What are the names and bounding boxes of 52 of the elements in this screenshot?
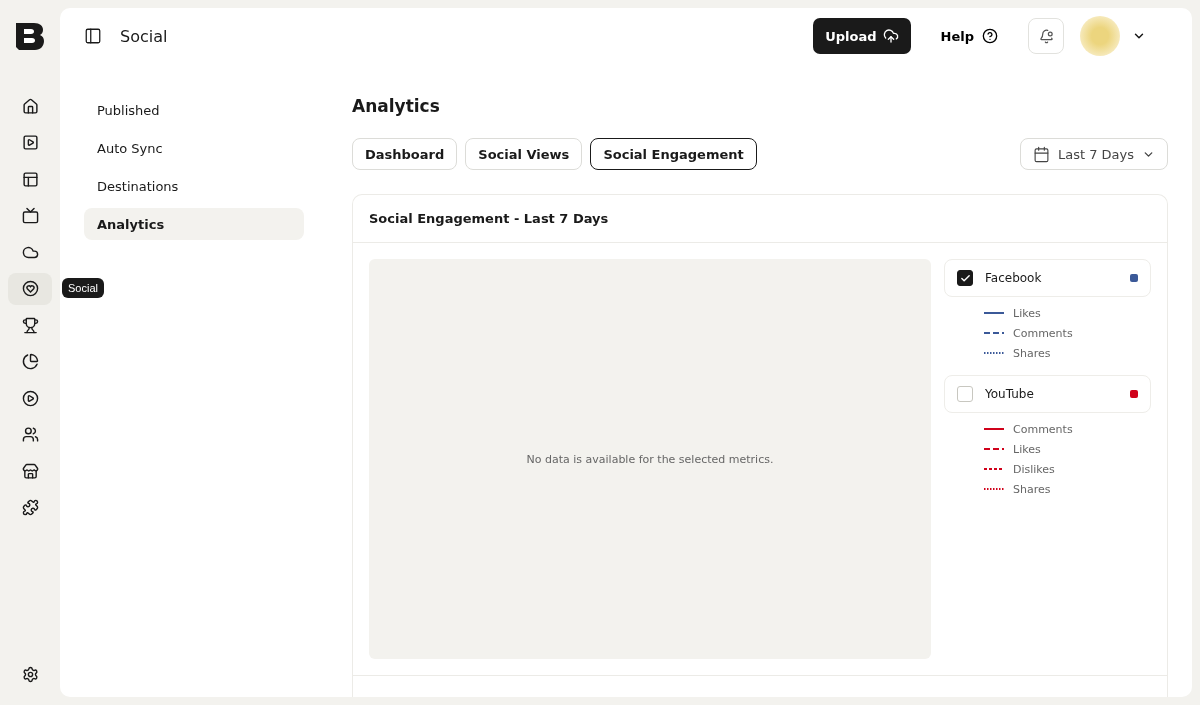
play-square-icon: [21, 134, 39, 151]
line-style-icon: [984, 467, 1004, 471]
metric-label: Comments: [1013, 422, 1073, 436]
checkbox[interactable]: [957, 270, 973, 286]
pie-chart-icon: [21, 353, 39, 370]
upload-button[interactable]: Upload: [813, 18, 911, 54]
house-icon: [21, 97, 39, 115]
page-heading: Social: [120, 26, 169, 46]
settings-icon[interactable]: [21, 666, 39, 683]
store-icon: [21, 462, 39, 480]
line-style-icon: [984, 351, 1004, 355]
play-circle-icon: [21, 389, 39, 407]
calendar-icon: [1032, 145, 1050, 163]
cloud-upload-icon: [882, 28, 899, 44]
subnav-item[interactable]: Auto Sync: [84, 132, 304, 164]
sidebar-toggle-icon[interactable]: [84, 27, 102, 45]
subnav-item[interactable]: Analytics: [84, 208, 304, 240]
line-style-icon: [984, 487, 1004, 491]
help-icon: [982, 28, 998, 44]
empty-message: No data is available for the selected metrics.: [526, 452, 774, 466]
line-style-icon: [984, 427, 1004, 431]
help-button[interactable]: Help: [934, 27, 1004, 45]
metric-label: Dislikes: [1013, 462, 1055, 476]
card-title: Social Engagement - Last 7 Days: [353, 195, 1167, 243]
date-range-dropdown[interactable]: Last 7 Days: [1019, 138, 1168, 170]
tab[interactable]: Social Views: [465, 138, 583, 170]
platform-toggle[interactable]: YouTube: [944, 375, 1151, 413]
subnav-item[interactable]: Destinations: [84, 170, 304, 202]
bell-icon: [1038, 28, 1054, 44]
heart-circle-icon: [21, 280, 39, 297]
tab[interactable]: Dashboard: [352, 138, 458, 170]
metric-label: Likes: [1013, 442, 1041, 456]
tv-icon: [21, 207, 39, 224]
puzzle-icon: [21, 499, 39, 516]
line-style-icon: [984, 447, 1004, 451]
platform-toggle[interactable]: Facebook: [944, 259, 1151, 297]
metric-label: Shares: [1013, 346, 1051, 360]
platform-name: Facebook: [985, 271, 1043, 285]
metric-label: Comments: [1013, 326, 1073, 340]
check-icon: [959, 272, 971, 284]
section-title: Analytics: [352, 96, 441, 116]
notifications-button[interactable]: [1028, 18, 1064, 54]
platform-name: YouTube: [985, 387, 1035, 401]
layout-icon: [21, 170, 39, 188]
metric-label: Likes: [1013, 306, 1041, 320]
line-style-icon: [984, 311, 1004, 315]
tab[interactable]: Social Engagement: [590, 138, 757, 170]
line-style-icon: [984, 331, 1004, 335]
users-icon: [21, 426, 39, 443]
subnav-item[interactable]: Published: [84, 94, 304, 126]
trophy-icon: [21, 316, 39, 334]
metric-label: Shares: [1013, 482, 1051, 496]
